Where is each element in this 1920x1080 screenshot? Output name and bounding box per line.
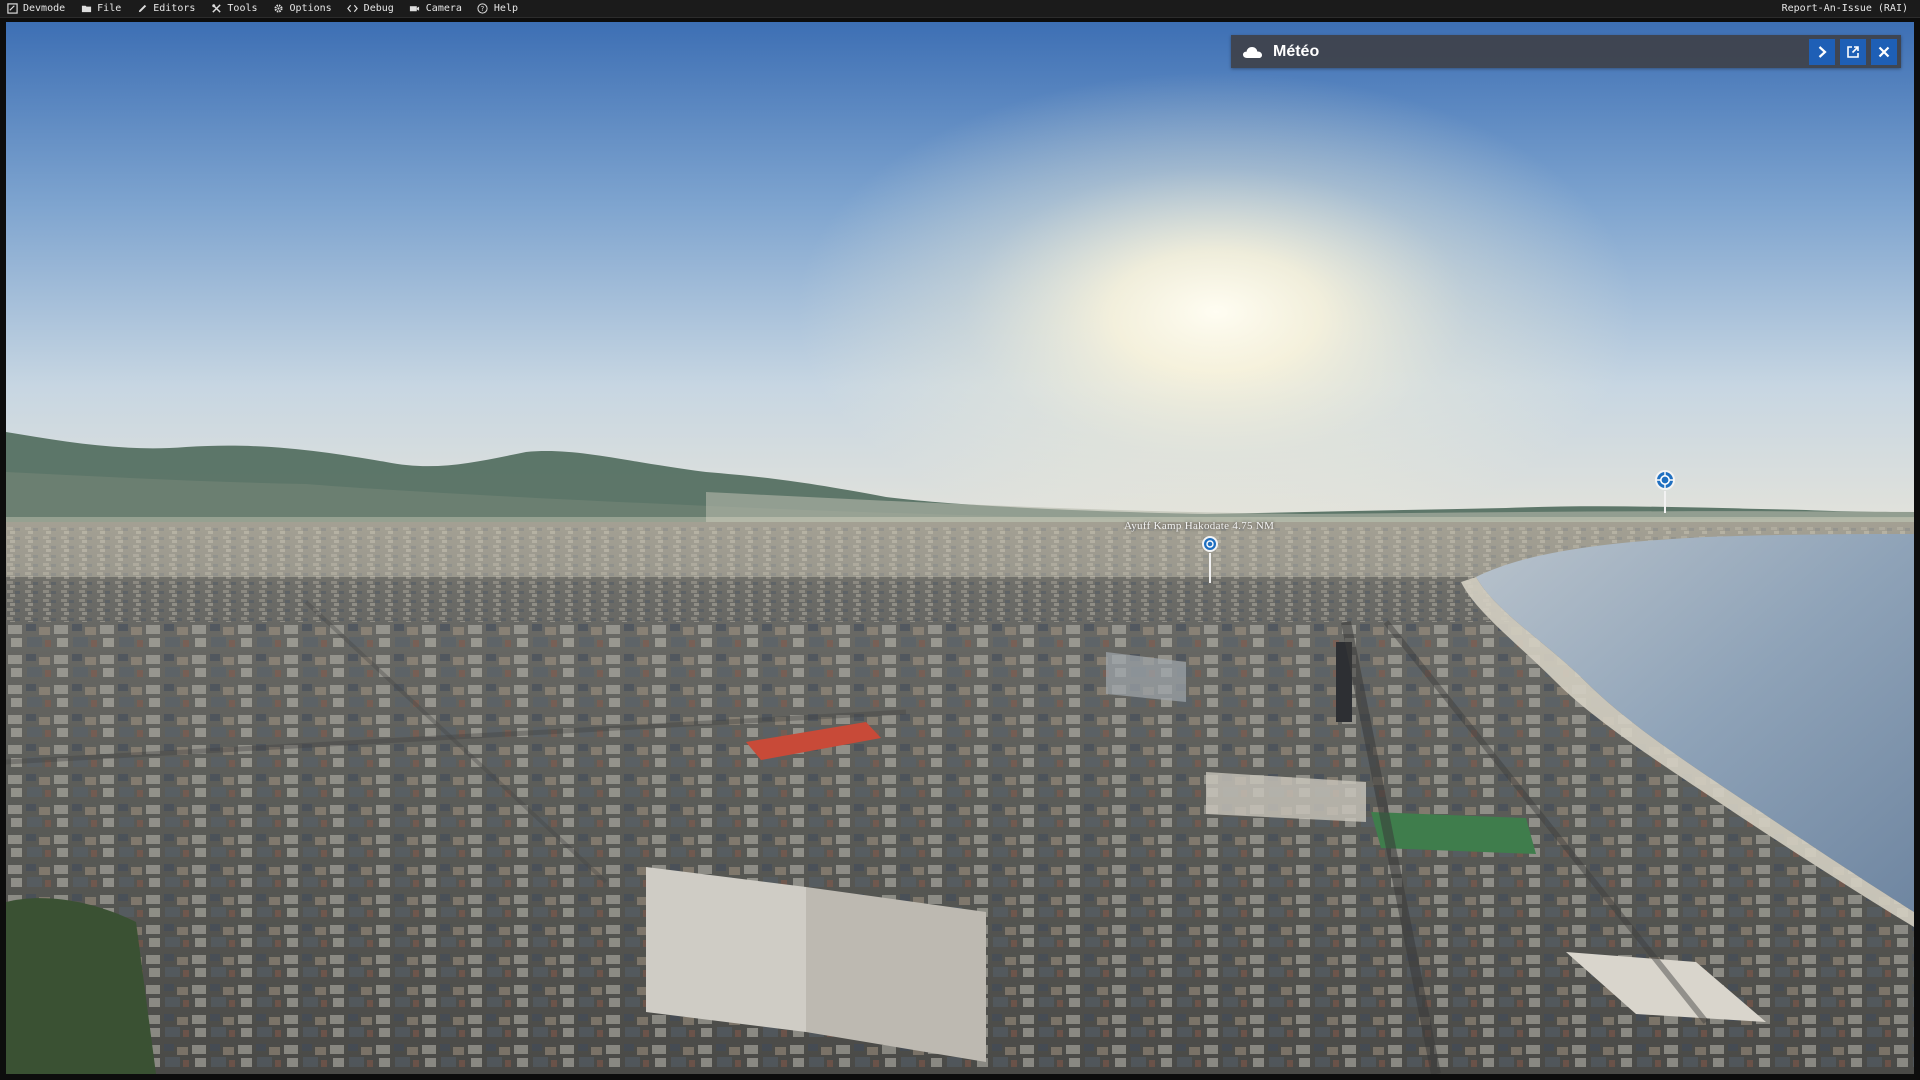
svg-text:?: ? bbox=[481, 5, 485, 13]
menu-camera[interactable]: Camera bbox=[403, 0, 471, 17]
report-an-issue-label: Report-An-Issue (RAI) bbox=[1781, 3, 1908, 14]
menu-options-label: Options bbox=[289, 3, 332, 14]
menu-options[interactable]: Options bbox=[267, 0, 341, 17]
close-button[interactable] bbox=[1871, 38, 1897, 65]
gear-icon bbox=[273, 3, 285, 15]
code-icon bbox=[347, 3, 359, 15]
poi-label: Ayuff Kamp Hakodate 4.75 NM bbox=[1124, 520, 1275, 532]
pencil-icon bbox=[136, 3, 148, 15]
menu-editors[interactable]: Editors bbox=[130, 0, 204, 17]
menu-editors-label: Editors bbox=[153, 3, 196, 14]
world-viewport[interactable]: Ayuff Kamp Hakodate 4.75 NM bbox=[6, 22, 1914, 1074]
folder-icon bbox=[80, 3, 92, 15]
close-icon bbox=[1877, 45, 1891, 59]
meteo-panel-title: Météo bbox=[1273, 42, 1320, 60]
popout-icon bbox=[1846, 45, 1860, 59]
meteo-panel[interactable]: Météo bbox=[1231, 35, 1901, 68]
target-marker-stem bbox=[1664, 491, 1666, 513]
popout-button[interactable] bbox=[1840, 38, 1866, 65]
tools-icon bbox=[210, 3, 222, 15]
cloud-icon bbox=[1231, 45, 1264, 59]
menu-debug[interactable]: Debug bbox=[341, 0, 403, 17]
help-icon: ? bbox=[477, 3, 489, 15]
devmode-icon bbox=[6, 3, 18, 15]
menu-devmode[interactable]: Devmode bbox=[0, 0, 74, 17]
dev-menu-bar: Devmode File Editors Tools Options Debug bbox=[0, 0, 1920, 18]
menu-tools-label: Tools bbox=[227, 3, 258, 14]
menu-tools[interactable]: Tools bbox=[204, 0, 266, 17]
expand-button[interactable] bbox=[1809, 38, 1835, 65]
report-an-issue-button[interactable]: Report-An-Issue (RAI) bbox=[1776, 0, 1920, 17]
menu-file-label: File bbox=[97, 3, 122, 14]
menu-devmode-label: Devmode bbox=[23, 3, 66, 14]
target-marker-icon[interactable] bbox=[1654, 469, 1676, 491]
menu-help[interactable]: ? Help bbox=[471, 0, 527, 17]
menu-help-label: Help bbox=[493, 3, 518, 14]
camera-icon bbox=[409, 3, 421, 15]
airport-marker-stem bbox=[1209, 553, 1211, 583]
scene-render bbox=[6, 22, 1914, 1074]
chevron-right-icon bbox=[1815, 45, 1829, 59]
menu-camera-label: Camera bbox=[425, 3, 462, 14]
menu-file[interactable]: File bbox=[74, 0, 130, 17]
airport-marker-icon[interactable] bbox=[1201, 535, 1219, 553]
menu-debug-label: Debug bbox=[363, 3, 394, 14]
